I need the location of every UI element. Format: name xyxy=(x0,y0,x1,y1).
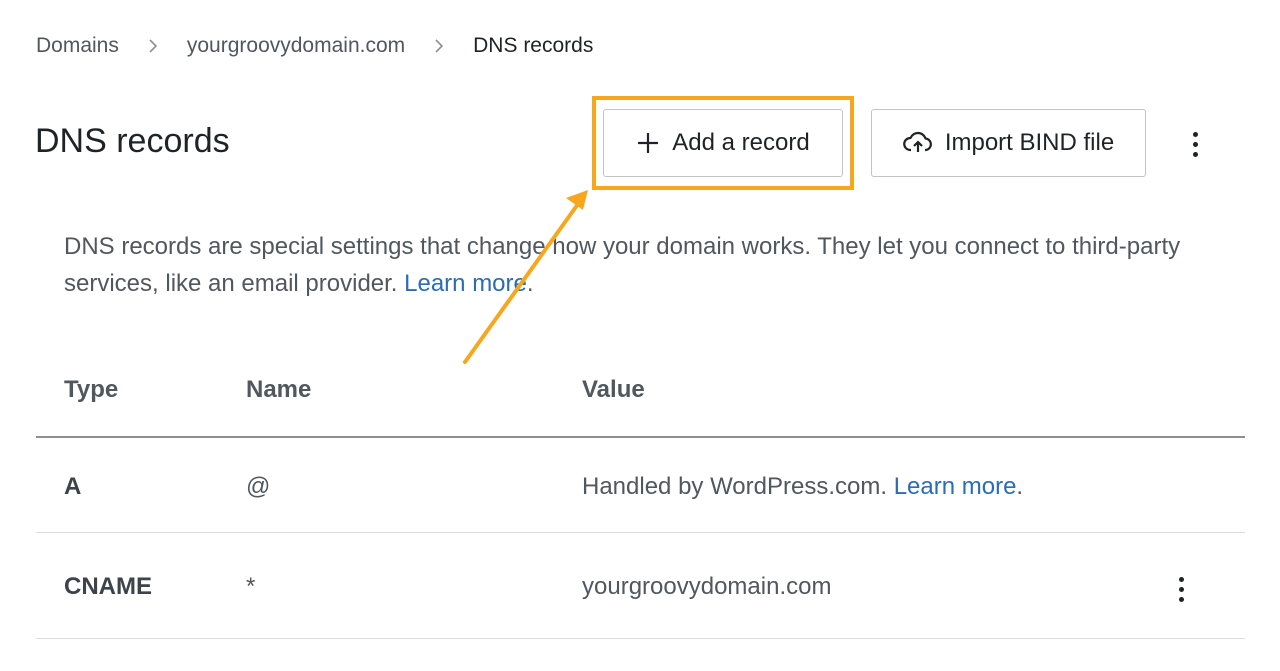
dns-description-text: DNS records are special settings that ch… xyxy=(64,233,1181,297)
add-record-label: Add a record xyxy=(672,129,810,156)
chevron-right-icon xyxy=(149,39,158,53)
dns-description: DNS records are special settings that ch… xyxy=(64,228,1224,302)
table-header-divider xyxy=(36,436,1245,438)
record-type: CNAME xyxy=(64,573,152,600)
record-value-suffix: . xyxy=(1016,473,1024,500)
learn-more-link[interactable]: Learn more xyxy=(894,473,1017,500)
page-title: DNS records xyxy=(35,122,230,160)
breadcrumb-domains[interactable]: Domains xyxy=(36,34,119,58)
dns-description-suffix: . xyxy=(526,270,534,297)
record-value: Handled by WordPress.com. Learn more. xyxy=(582,473,1023,501)
more-vertical-icon[interactable] xyxy=(1166,569,1196,609)
row-divider xyxy=(36,532,1245,533)
record-value: yourgroovydomain.com xyxy=(582,573,832,600)
row-divider xyxy=(36,638,1245,639)
record-name: * xyxy=(246,573,256,600)
column-header-type: Type xyxy=(64,376,119,403)
breadcrumb-domain[interactable]: yourgroovydomain.com xyxy=(187,34,405,58)
add-record-button[interactable]: Add a record xyxy=(603,109,843,177)
import-bind-button[interactable]: Import BIND file xyxy=(871,109,1146,177)
plus-icon xyxy=(636,131,660,155)
record-type: A xyxy=(64,473,82,500)
record-value-text: Handled by WordPress.com. xyxy=(582,473,894,500)
column-header-name: Name xyxy=(246,376,312,403)
column-header-value: Value xyxy=(582,376,645,403)
chevron-right-icon xyxy=(435,39,444,53)
breadcrumb-current: DNS records xyxy=(473,34,594,57)
import-bind-label: Import BIND file xyxy=(944,129,1115,156)
learn-more-link[interactable]: Learn more xyxy=(404,270,527,297)
more-vertical-icon[interactable] xyxy=(1180,124,1210,164)
record-name: @ xyxy=(246,473,271,500)
cloud-upload-icon xyxy=(902,131,933,155)
breadcrumb: Domains yourgroovydomain.com DNS records xyxy=(36,34,593,58)
